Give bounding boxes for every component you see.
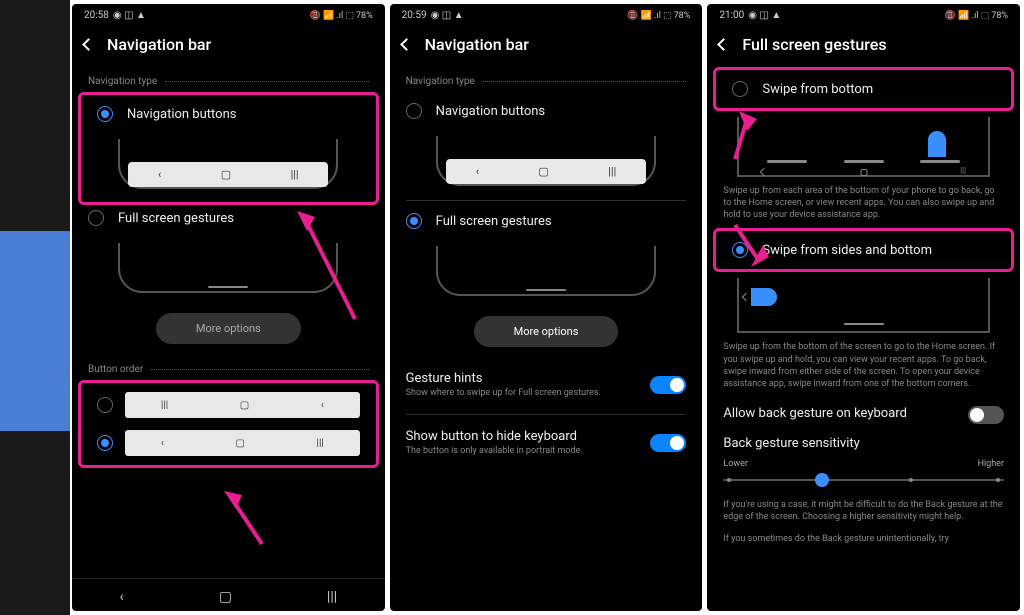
button-order-option-1[interactable]: |||▢‹ [81, 386, 376, 424]
more-options-button[interactable]: More options [474, 316, 619, 347]
option-full-screen-gestures[interactable]: Full screen gestures [390, 205, 703, 237]
preview-buttons: ‹▢||| [105, 134, 352, 189]
option-navigation-buttons[interactable]: Navigation buttons [390, 95, 703, 127]
status-bar: 20:58◉ ◫ ▲ 📵 📶 .ıl ⬚78% [72, 4, 385, 27]
radio-icon[interactable] [406, 103, 422, 119]
sometimes-desc: If you sometimes do the Back gesture uni… [707, 533, 1020, 555]
option-full-screen-gestures[interactable]: Full screen gestures [72, 202, 385, 234]
battery: 78% [674, 11, 691, 21]
preview-swipe-sides [731, 278, 996, 333]
radio-icon[interactable] [97, 435, 113, 451]
header: Navigation bar [72, 27, 385, 70]
page-title: Navigation bar [425, 35, 529, 54]
home-icon[interactable]: ▢ [219, 589, 232, 605]
time: 21:00 [719, 10, 744, 21]
back-icon[interactable]: ‹ [119, 589, 123, 605]
header: Full screen gestures [707, 27, 1020, 70]
back-icon[interactable] [717, 38, 730, 51]
page-title: Navigation bar [107, 35, 211, 54]
slider-thumb-icon[interactable] [815, 473, 829, 487]
page-title: Full screen gestures [742, 35, 886, 54]
screen-3: 21:00◉ ◫ ▲ 📵 📶 .ıl ⬚78% Full screen gest… [707, 4, 1020, 611]
screen-1: 20:58◉ ◫ ▲ 📵 📶 .ıl ⬚78% Navigation bar N… [72, 4, 385, 611]
system-navbar: ‹ ▢ ||| [72, 578, 385, 611]
preview-gestures [96, 238, 361, 293]
time: 20:59 [402, 10, 427, 21]
battery: 78% [356, 11, 373, 21]
swipe-bottom-desc: Swipe up from each area of the bottom of… [707, 181, 1020, 231]
option-swipe-from-bottom[interactable]: Swipe from bottom [716, 73, 1011, 105]
recents-icon[interactable]: ||| [327, 589, 337, 605]
radio-icon[interactable] [97, 397, 113, 413]
section-navigation-type: Navigation type [390, 70, 703, 95]
back-icon[interactable] [400, 38, 413, 51]
header: Navigation bar [390, 27, 703, 70]
preview-gestures [414, 241, 679, 296]
radio-icon[interactable] [88, 210, 104, 226]
button-order-option-2[interactable]: ‹▢||| [81, 424, 376, 462]
setting-gesture-hints[interactable]: Gesture hints Show where to swipe up for… [390, 361, 703, 410]
back-icon[interactable] [82, 38, 95, 51]
preview-swipe-bottom: ||| [731, 117, 996, 177]
swipe-sides-desc: Swipe up from the bottom of the screen t… [707, 337, 1020, 400]
time: 20:58 [84, 10, 109, 21]
radio-icon[interactable] [732, 242, 748, 258]
more-options-button: More options [156, 313, 301, 344]
sensitivity-title: Back gesture sensitivity [707, 430, 1020, 453]
preview-buttons: ‹▢||| [414, 131, 679, 186]
setting-hide-keyboard-button[interactable]: Show button to hide keyboard The button … [390, 419, 703, 468]
option-navigation-buttons[interactable]: Navigation buttons [81, 98, 376, 130]
radio-icon[interactable] [97, 106, 113, 122]
toggle-off-icon[interactable] [968, 406, 1004, 424]
slider-labels: Lower Higher [707, 455, 1020, 473]
toggle-on-icon[interactable] [650, 376, 686, 394]
radio-icon[interactable] [406, 213, 422, 229]
toggle-on-icon[interactable] [650, 434, 686, 452]
option-swipe-sides-bottom[interactable]: Swipe from sides and bottom [716, 234, 1011, 266]
case-desc: If you're using a case, it might be diff… [707, 495, 1020, 533]
screen-2: 20:59◉ ◫ ▲ 📵 📶 .ıl ⬚78% Navigation bar N… [390, 4, 703, 611]
battery: 78% [991, 11, 1008, 21]
radio-icon[interactable] [732, 81, 748, 97]
setting-allow-back-keyboard[interactable]: Allow back gesture on keyboard [707, 400, 1020, 430]
status-bar: 21:00◉ ◫ ▲ 📵 📶 .ıl ⬚78% [707, 4, 1020, 27]
status-bar: 20:59◉ ◫ ▲ 📵 📶 .ıl ⬚78% [390, 4, 703, 27]
sensitivity-slider[interactable] [723, 479, 1004, 481]
